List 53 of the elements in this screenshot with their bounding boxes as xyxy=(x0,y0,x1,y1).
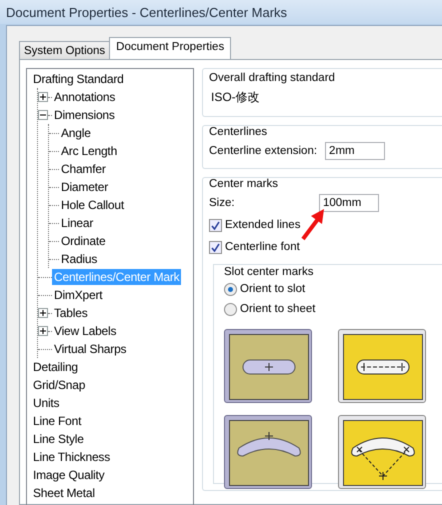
checkbox[interactable] xyxy=(209,240,222,254)
checkbox-label: Extended lines xyxy=(225,219,300,231)
field-label: Size: xyxy=(209,197,236,209)
tree-item[interactable]: Line Style xyxy=(31,431,86,447)
group-title: Centerlines xyxy=(209,126,268,138)
tree-item[interactable]: Chamfer xyxy=(59,161,108,177)
radio-label: Orient to sheet xyxy=(240,303,316,315)
size-field[interactable]: 100mm xyxy=(319,194,379,212)
radio-label: Orient to slot xyxy=(240,283,306,295)
slot-style-button[interactable] xyxy=(224,415,312,489)
slot-style-button[interactable] xyxy=(338,415,426,489)
tree-item[interactable]: Angle xyxy=(59,125,93,141)
expander-icon[interactable] xyxy=(38,326,48,336)
slot-style-button[interactable] xyxy=(224,329,312,403)
group-title: Slot center marks xyxy=(224,266,316,278)
tree-item[interactable]: Detailing xyxy=(31,359,80,375)
expander-icon[interactable] xyxy=(38,308,48,318)
tree-item[interactable]: DimXpert xyxy=(52,287,104,303)
checkbox[interactable] xyxy=(209,218,222,232)
slot-diagram-icon xyxy=(343,420,423,486)
extension-field[interactable]: 2mm xyxy=(325,142,386,160)
standard-value: ISO-修改 xyxy=(210,89,261,106)
tree-item[interactable]: Tables xyxy=(52,305,90,321)
radio-button[interactable] xyxy=(224,302,237,316)
tree-item[interactable]: Hole Callout xyxy=(59,197,126,213)
slot-diagram-icon xyxy=(229,334,309,400)
tree-item[interactable]: Drafting Standard xyxy=(31,71,126,87)
slot-diagram-icon xyxy=(229,420,309,486)
tree-item[interactable]: Dimensions xyxy=(52,107,117,123)
tree-item[interactable]: Grid/Snap xyxy=(31,377,88,393)
tree-item[interactable]: Sheet Metal xyxy=(31,485,97,501)
expander-icon[interactable] xyxy=(38,92,48,102)
expander-icon[interactable] xyxy=(38,110,48,120)
tree-item[interactable]: Linear xyxy=(59,215,96,231)
pointer-arrow xyxy=(301,209,324,240)
radio-button[interactable] xyxy=(224,282,237,296)
tree-item[interactable]: Diameter xyxy=(59,179,110,195)
field-label: Centerline extension: xyxy=(209,145,318,157)
slot-style-button[interactable] xyxy=(338,329,426,403)
tree-item[interactable]: Line Thickness xyxy=(31,449,112,465)
slot-diagram-icon xyxy=(343,334,423,400)
tree-item[interactable]: Arc Length xyxy=(59,143,120,159)
tree-item[interactable]: Image Quality xyxy=(31,467,106,483)
group-title: Center marks xyxy=(209,178,280,190)
window-title: Document Properties - Centerlines/Center Marks xyxy=(0,0,442,24)
tree-item[interactable]: View Labels xyxy=(52,323,118,339)
tree-item[interactable]: Line Font xyxy=(31,413,84,429)
tree-item[interactable]: Ordinate xyxy=(59,233,108,249)
tree-item[interactable]: Radius xyxy=(59,251,100,267)
tree-item[interactable]: Annotations xyxy=(52,89,118,105)
tree-item[interactable]: Units xyxy=(31,395,62,411)
tree-item[interactable]: Virtual Sharps xyxy=(52,341,128,357)
checkbox-label: Centerline font xyxy=(225,241,300,253)
